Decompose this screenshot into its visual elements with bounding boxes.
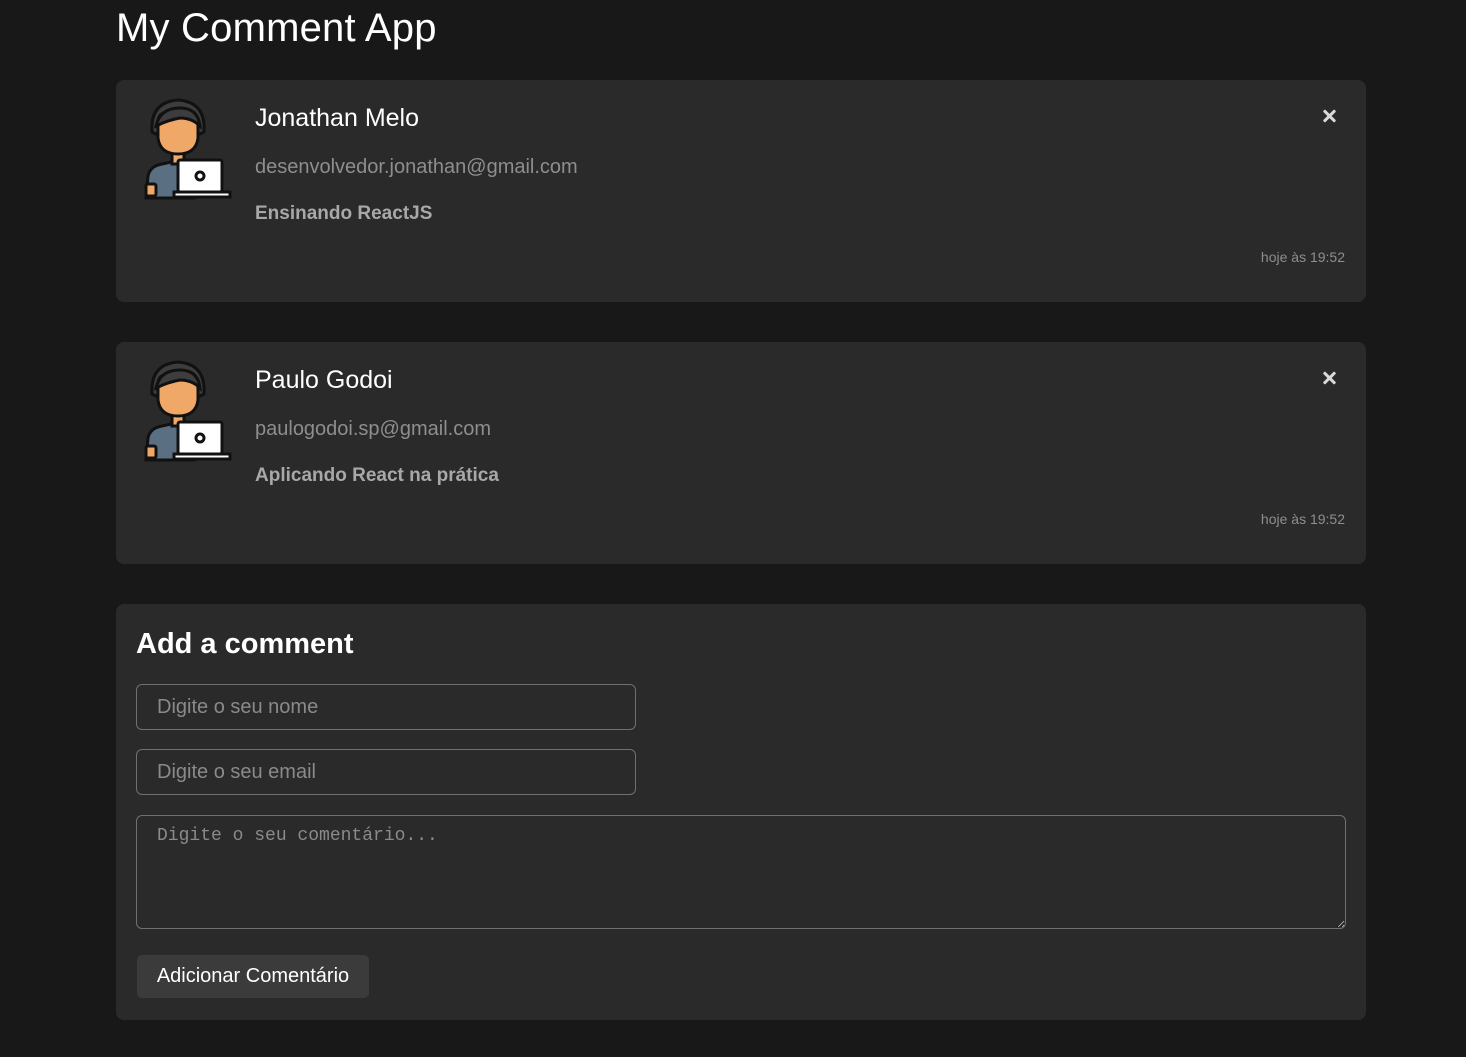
comment-author-email: desenvolvedor.jonathan@gmail.com	[255, 156, 578, 178]
page-title: My Comment App	[116, 6, 437, 50]
form-title: Add a comment	[136, 628, 354, 660]
email-input[interactable]	[136, 749, 636, 795]
comment-textarea[interactable]	[136, 815, 1346, 929]
comment-author-email: paulogodoi.sp@gmail.com	[255, 418, 491, 440]
comment-card: Paulo Godoi paulogodoi.sp@gmail.com Apli…	[116, 342, 1366, 564]
comment-card: Jonathan Melo desenvolvedor.jonathan@gma…	[116, 80, 1366, 302]
comment-timestamp: hoje às 19:52	[1260, 511, 1345, 527]
add-comment-button[interactable]: Adicionar Comentário	[137, 955, 369, 998]
comment-author-name: Paulo Godoi	[255, 366, 393, 394]
comment-author-name: Jonathan Melo	[255, 104, 420, 132]
close-icon[interactable]	[1320, 107, 1338, 125]
comment-timestamp: hoje às 19:52	[1260, 249, 1345, 265]
comment-text: Ensinando ReactJS	[255, 203, 433, 224]
comment-text: Aplicando React na prática	[255, 465, 499, 486]
developer-avatar-icon	[144, 98, 232, 200]
close-icon[interactable]	[1320, 369, 1338, 387]
name-input[interactable]	[136, 684, 636, 730]
developer-avatar-icon	[144, 360, 232, 462]
add-comment-form: Add a comment Adicionar Comentário	[116, 604, 1366, 1020]
